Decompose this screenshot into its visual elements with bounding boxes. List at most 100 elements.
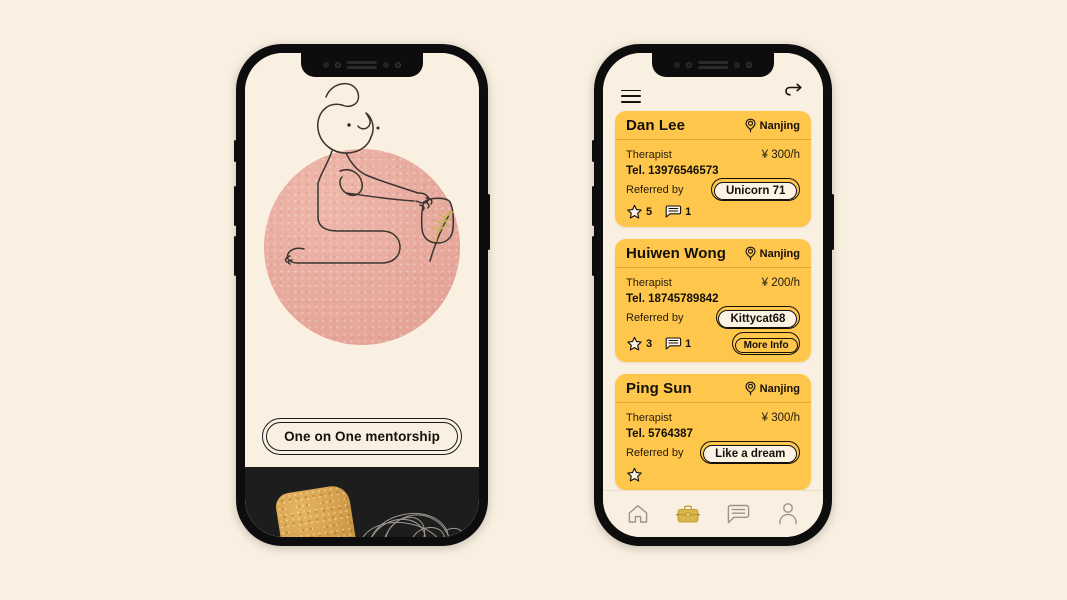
notch2-sensor-dot (674, 62, 680, 68)
phone2-mute-switch[interactable] (592, 140, 595, 162)
profile-icon (779, 503, 797, 525)
rating-stat[interactable]: 5 (626, 204, 652, 220)
star-icon (627, 204, 642, 219)
chat-icon (727, 504, 749, 524)
therapist-name: Dan Lee (626, 117, 686, 134)
therapist-card-list[interactable]: Dan Lee Nanjing Therapist ¥ 300/h Tel. 1… (603, 111, 823, 490)
comment-stat[interactable]: 1 (665, 337, 691, 351)
more-info-button-label: More Info (734, 337, 798, 353)
therapist-name: Huiwen Wong (626, 245, 726, 263)
phone-power-button[interactable] (487, 194, 490, 250)
face-blush-dot (376, 126, 380, 130)
cta-button-area: One on One mentorship (245, 405, 479, 467)
left-phone-frame: One on One mentorship (234, 44, 490, 546)
price-label: ¥ 300/h (761, 148, 800, 161)
tab-home[interactable] (623, 499, 653, 529)
therapist-card[interactable]: Huiwen Wong Nanjing Therapist ¥ 200/h Te… (615, 239, 811, 363)
card-header: Ping Sun Nanjing (615, 374, 811, 404)
role-price-row: Therapist ¥ 200/h (626, 273, 800, 292)
phone2-volume-down-button[interactable] (592, 236, 595, 276)
line-art-person-illustration (284, 83, 455, 265)
card-stats-row (626, 467, 800, 483)
comment-stat[interactable]: 1 (665, 205, 691, 219)
referrer-tag-label: Unicorn 71 (713, 181, 798, 200)
more-info-button[interactable]: More Info (732, 332, 800, 356)
comment-bubble-icon (665, 337, 682, 350)
star-icon (627, 468, 642, 482)
notch2-sensor-dot-2 (734, 62, 740, 68)
card-stats-row: 3 1 More Info (626, 332, 800, 356)
phone2-volume-up-button[interactable] (592, 186, 595, 226)
referrer-tag-label: Kittycat68 (718, 309, 798, 328)
referred-by-row: Referred by Like a dream (626, 441, 800, 465)
gold-textured-rock-shape (273, 483, 359, 537)
card-header: Huiwen Wong Nanjing (615, 239, 811, 269)
therapist-card[interactable]: Ping Sun Nanjing Therapist ¥ 300/h Tel. … (615, 374, 811, 490)
undo-back-arrow-icon[interactable] (783, 81, 805, 103)
mentorship-screen: One on One mentorship (245, 53, 479, 537)
therapist-card[interactable]: Dan Lee Nanjing Therapist ¥ 300/h Tel. 1… (615, 111, 811, 228)
referred-by-row: Referred by Kittycat68 (626, 306, 800, 330)
referrer-tag-button[interactable]: Like a dream (700, 441, 800, 465)
hamburger-menu-icon[interactable] (621, 89, 641, 103)
card-body: Therapist ¥ 300/h Tel. 13976546573 Refer… (615, 140, 811, 227)
stats-group: 3 1 (626, 336, 691, 352)
price-label: ¥ 200/h (761, 276, 800, 289)
role-label: Therapist (626, 276, 672, 289)
location-label: Nanjing (759, 382, 800, 395)
phone-notch (301, 53, 423, 77)
location-label: Nanjing (759, 247, 800, 260)
therapist-list-screen: Dan Lee Nanjing Therapist ¥ 300/h Tel. 1… (603, 53, 823, 537)
right-phone-screen-area: Dan Lee Nanjing Therapist ¥ 300/h Tel. 1… (603, 53, 823, 537)
notch2-speaker-grille (698, 61, 728, 69)
telephone-label: Tel. 5764387 (626, 428, 693, 441)
briefcase-icon (676, 505, 700, 523)
face-eye-dot (347, 123, 351, 127)
card-body: Therapist ¥ 200/h Tel. 18745789842 Refer… (615, 268, 811, 362)
referred-by-row: Referred by Unicorn 71 (626, 178, 800, 202)
phone-volume-up-button[interactable] (234, 186, 237, 226)
rating-stat[interactable] (626, 467, 646, 483)
phone2-notch (652, 53, 774, 77)
referrer-tag-button[interactable]: Unicorn 71 (711, 178, 800, 202)
card-location: Nanjing (744, 118, 800, 133)
card-location: Nanjing (744, 246, 800, 261)
notch2-camera-icon (686, 62, 692, 68)
price-label: ¥ 300/h (761, 411, 800, 424)
right-phone-frame: Dan Lee Nanjing Therapist ¥ 300/h Tel. 1… (592, 44, 834, 546)
telephone-label: Tel. 18745789842 (626, 293, 719, 306)
notch-speaker-grille (347, 61, 377, 69)
notch-sensor-dot-2 (383, 62, 389, 68)
role-price-row: Therapist ¥ 300/h (626, 408, 800, 427)
tab-profile[interactable] (773, 499, 803, 529)
notch-sensor-dot (323, 62, 329, 68)
therapist-name: Ping Sun (626, 380, 692, 398)
star-icon (627, 336, 642, 351)
card-location: Nanjing (744, 381, 800, 396)
map-pin-icon (745, 381, 756, 396)
tangled-scribble-doodle-icon (358, 512, 466, 537)
phone-mute-switch[interactable] (234, 140, 237, 162)
tab-messages[interactable] (723, 499, 753, 529)
referred-by-label: Referred by (626, 446, 684, 459)
notch2-camera-icon-2 (746, 62, 752, 68)
phone-volume-down-button[interactable] (234, 236, 237, 276)
referred-by-label: Referred by (626, 183, 684, 196)
comment-count: 1 (685, 337, 692, 350)
telephone-label: Tel. 13976546573 (626, 165, 719, 177)
role-label: Therapist (626, 411, 672, 424)
stats-group (626, 467, 646, 483)
role-label: Therapist (626, 148, 672, 161)
referrer-tag-button[interactable]: Kittycat68 (715, 306, 800, 330)
card-header: Dan Lee Nanjing (615, 111, 811, 140)
notch-camera-icon (335, 62, 341, 68)
card-body: Therapist ¥ 300/h Tel. 5764387 Referred … (615, 403, 811, 490)
referrer-tag-label: Like a dream (703, 444, 798, 463)
rating-stat[interactable]: 3 (626, 336, 652, 352)
tab-jobs[interactable] (673, 499, 703, 529)
role-price-row: Therapist ¥ 300/h (626, 145, 800, 164)
one-on-one-mentorship-button[interactable]: One on One mentorship (262, 417, 462, 455)
stats-group: 5 1 (626, 204, 691, 220)
phone2-power-button[interactable] (831, 194, 834, 250)
dark-decorative-panel (245, 467, 479, 537)
